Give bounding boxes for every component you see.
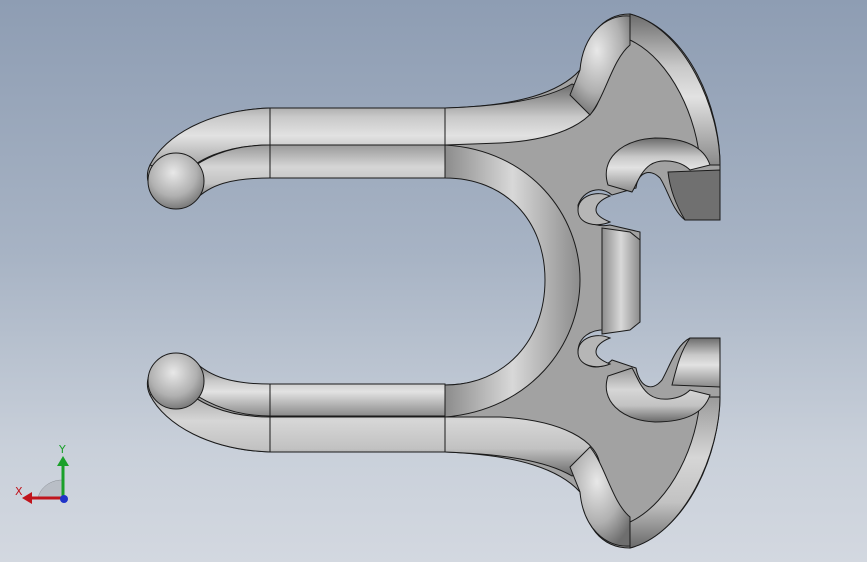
upper-notch[interactable] — [577, 193, 612, 226]
upper-arm-lower-tube — [179, 144, 446, 201]
lower-notch[interactable] — [577, 335, 612, 368]
y-axis-label: Y — [58, 443, 66, 456]
lower-arm-end-cap[interactable] — [147, 352, 205, 410]
z-axis-point — [60, 495, 68, 503]
x-axis-label: X — [15, 485, 23, 498]
upper-clip-tab[interactable] — [667, 169, 721, 221]
graphics-viewport[interactable]: X Y — [0, 0, 867, 562]
x-axis-arrowhead — [22, 492, 32, 504]
center-clip-bar[interactable] — [601, 227, 641, 335]
y-axis-arrowhead — [57, 456, 69, 466]
xy-plane-indicator — [37, 479, 63, 499]
axis-triad: X Y — [15, 443, 69, 504]
upper-arm-end-cap[interactable] — [147, 152, 205, 210]
lower-clip-tab[interactable] — [671, 337, 721, 388]
model-view[interactable] — [0, 0, 867, 562]
